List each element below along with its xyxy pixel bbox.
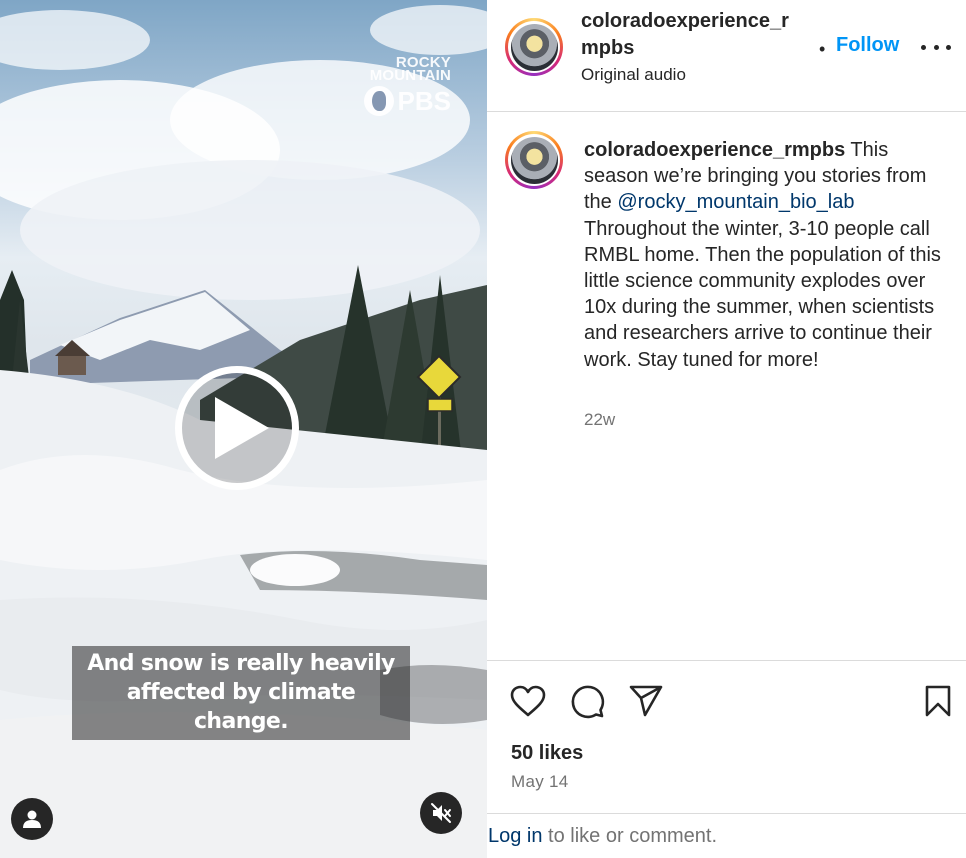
video-subtitle: And snow is really heavily affected by c… [72, 646, 410, 740]
comment-button[interactable] [567, 681, 607, 721]
separator-dot: • [819, 39, 826, 59]
caption-avatar[interactable] [505, 131, 563, 189]
caption-username[interactable]: coloradoexperience_rmpbs [584, 139, 845, 161]
more-icon-dot [933, 44, 939, 50]
caption-section: coloradoexperience_rmpbs This season we’… [487, 113, 966, 660]
caption-text-part-2: Throughout the winter, 3-10 people call … [584, 217, 941, 371]
profile-avatar[interactable] [505, 18, 563, 76]
play-icon [215, 397, 269, 459]
login-link[interactable]: Log in [488, 825, 543, 847]
reel-video[interactable]: ROCKY MOUNTAIN PBS And snow is really he… [0, 0, 487, 858]
logo-line-mountain: MOUNTAIN [369, 67, 451, 84]
subtitle-line-2: affected by climate change. [126, 680, 356, 734]
post-caption: coloradoexperience_rmpbs This season we’… [584, 137, 944, 373]
header-username[interactable]: coloradoexperience_rmpbs [581, 8, 806, 62]
follow-button[interactable]: Follow [836, 34, 899, 57]
login-prompt-text: Log in to like or comment. [488, 825, 717, 848]
share-icon [629, 685, 663, 717]
more-icon [921, 44, 926, 50]
bookmark-icon [925, 685, 951, 717]
avatar-image [510, 136, 558, 184]
original-audio-link[interactable]: Original audio [581, 65, 686, 85]
more-icon-dot [946, 44, 951, 50]
save-button[interactable] [918, 681, 958, 721]
likes-count[interactable]: 50 likes [511, 742, 583, 765]
more-options-button[interactable] [921, 36, 951, 58]
share-button[interactable] [626, 681, 666, 721]
caption-timestamp[interactable]: 22w [584, 410, 615, 430]
play-button[interactable] [175, 366, 299, 490]
mute-toggle-button[interactable] [420, 792, 462, 834]
comment-icon [571, 685, 605, 719]
rocky-mountain-pbs-logo: ROCKY MOUNTAIN PBS [363, 55, 451, 116]
mute-icon [431, 803, 451, 823]
avatar-image [510, 23, 558, 71]
user-icon [23, 810, 41, 828]
avatar-ring-inner [508, 134, 560, 186]
post-header: coloradoexperience_rmpbs • Follow Origin… [487, 0, 966, 112]
login-prompt: Log in to like or comment. [487, 813, 966, 858]
pbs-head-icon [363, 86, 394, 116]
post-panel: coloradoexperience_rmpbs • Follow Origin… [487, 0, 966, 858]
action-bar: 50 likes May 14 [487, 660, 966, 813]
post-date[interactable]: May 14 [511, 772, 569, 792]
login-rest-text: to like or comment. [542, 825, 718, 847]
pbs-mark: PBS [363, 86, 451, 116]
like-button[interactable] [508, 681, 548, 721]
tagged-users-button[interactable] [11, 798, 53, 840]
heart-icon [510, 685, 546, 717]
avatar-ring-inner [508, 21, 560, 73]
pbs-text: PBS [397, 86, 451, 116]
subtitle-line-1: And snow is really heavily [87, 651, 395, 676]
mention-link[interactable]: @rocky_mountain_bio_lab [617, 191, 854, 213]
